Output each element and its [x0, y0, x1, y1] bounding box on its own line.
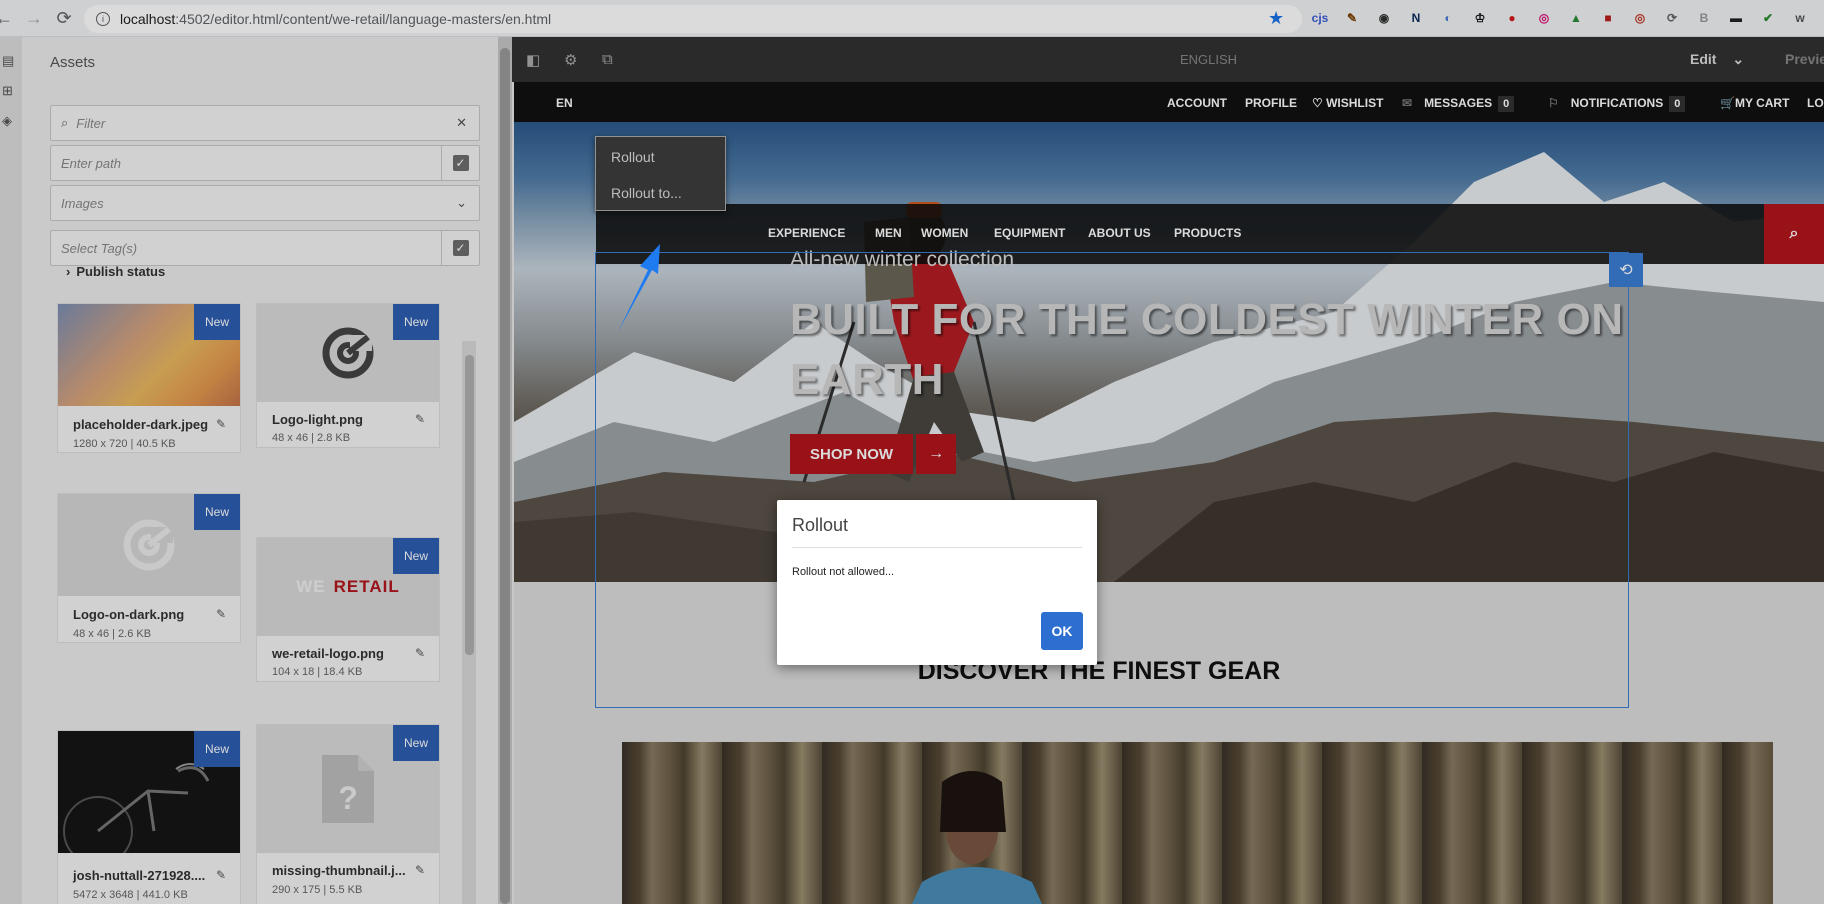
dialog-divider	[792, 547, 1082, 548]
modal-overlay	[0, 0, 1824, 904]
rollout-dialog: Rollout Rollout not allowed... OK	[777, 500, 1097, 665]
annotation-arrow	[618, 244, 660, 332]
dialog-title: Rollout	[792, 515, 849, 535]
ok-button[interactable]: OK	[1041, 612, 1083, 650]
dialog-message: Rollout not allowed...	[792, 566, 895, 578]
